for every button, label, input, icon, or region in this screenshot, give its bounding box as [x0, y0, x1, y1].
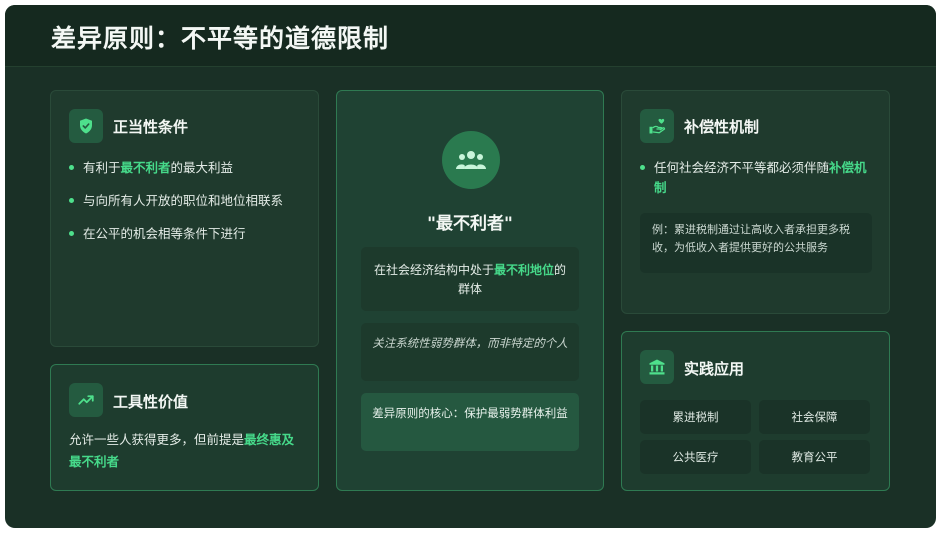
card-description: 允许一些人获得更多，但前提是最终惠及最不利者: [69, 432, 295, 469]
card-title: 正当性条件: [113, 118, 189, 136]
hand-heart-icon: [640, 109, 674, 143]
shield-check-icon: [69, 109, 103, 143]
compensation-mechanism-card: 补偿性机制 任何社会经济不平等都必须伴随补偿机制 例：累进税制通过让高收入者承担…: [621, 90, 890, 314]
tag-social-security: 社会保障: [759, 400, 870, 434]
list-item: 在公平的机会相等条件下进行: [69, 224, 309, 244]
bank-icon: [640, 350, 674, 384]
example-box: 例：累进税制通过让高收入者承担更多税收，为低收入者提供更好的公共服务: [640, 213, 872, 273]
card-title: 补偿性机制: [684, 118, 760, 136]
card-title: 工具性价值: [113, 393, 189, 411]
focus-box: 关注系统性弱势群体，而非特定的个人: [361, 323, 579, 381]
tag-public-health: 公共医疗: [640, 440, 751, 474]
instrumental-value-card: 工具性价值 允许一些人获得更多，但前提是最终惠及最不利者: [50, 364, 319, 491]
center-title: "最不利者": [427, 214, 513, 234]
list-item: 任何社会经济不平等都必须伴随补偿机制: [640, 158, 878, 198]
core-box: 差异原则的核心：保护最弱势群体利益: [361, 393, 579, 451]
condition-list: 有利于最不利者的最大利益 与向所有人开放的职位和地位相联系 在公平的机会相等条件…: [69, 158, 309, 244]
slide-frame: 差异原则：不平等的道德限制 正当性条件 有利于最不利者的最大利益 与向所有人开放…: [5, 5, 936, 528]
practical-application-card: 实践应用 累进税制 社会保障 公共医疗 教育公平: [621, 331, 890, 491]
trending-up-icon: [69, 383, 103, 417]
list-item: 有利于最不利者的最大利益: [69, 158, 309, 178]
header: 差异原则：不平等的道德限制: [5, 5, 936, 67]
least-advantaged-card: "最不利者" 在社会经济结构中处于最不利地位的群体 关注系统性弱势群体，而非特定…: [336, 90, 604, 491]
tag-progressive-tax: 累进税制: [640, 400, 751, 434]
list-item: 与向所有人开放的职位和地位相联系: [69, 191, 309, 211]
users-group-icon: [442, 131, 500, 189]
page-title: 差异原则：不平等的道德限制: [51, 24, 390, 53]
definition-box: 在社会经济结构中处于最不利地位的群体: [361, 247, 579, 311]
mechanism-list: 任何社会经济不平等都必须伴随补偿机制: [640, 158, 878, 198]
legitimacy-conditions-card: 正当性条件 有利于最不利者的最大利益 与向所有人开放的职位和地位相联系 在公平的…: [50, 90, 319, 347]
tag-education-equity: 教育公平: [759, 440, 870, 474]
card-title: 实践应用: [684, 360, 745, 378]
